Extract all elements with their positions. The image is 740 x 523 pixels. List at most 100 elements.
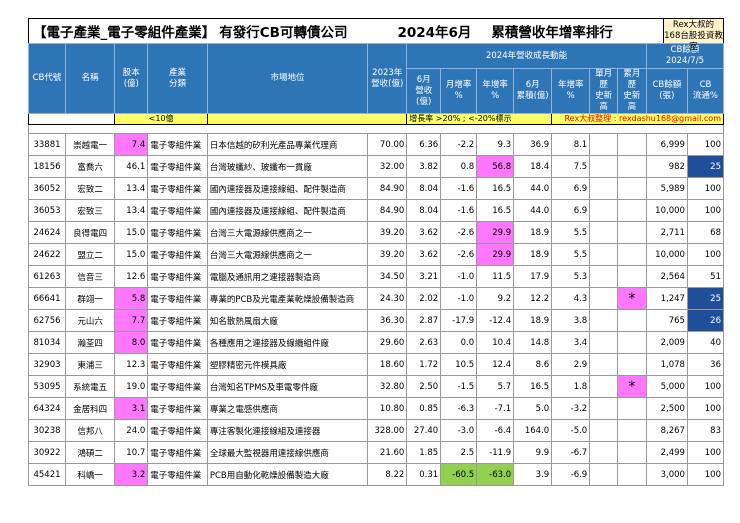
cell-cum-month-high [616, 419, 647, 442]
cell-rev-2023: 84.90 [367, 177, 408, 200]
cell-june-revenue: 0.85 [406, 397, 442, 420]
table-row: 32903 東浦三 12.3 電子零組件業 塑膠精密元件模具廠 18.60 1.72 10.5… [28, 353, 725, 376]
cell-capital: 7.7 [114, 309, 149, 332]
cell-cb-code: 30922 [28, 441, 66, 464]
cell-cum-yoy: 5.5 [551, 221, 591, 244]
table-row: 61263 信音三 12.6 電子零組件業 電腦及通訊用之連接器製造商 34.50 3.21… [28, 265, 725, 288]
cell-yoy: 5.7 [476, 375, 515, 398]
cell-mom: -2.6 [440, 243, 478, 266]
cell-cb-amount: 3,000 [645, 463, 688, 486]
cell-cb-code: 53095 [28, 375, 66, 398]
cell-market-position: 台灣三大電源線供應商之一 [206, 221, 369, 244]
cell-name: 崇越電一 [64, 133, 116, 156]
cell-capital: 15.0 [114, 221, 149, 244]
table-row: 33881 崇越電一 7.4 電子零組件業 日本信越的矽利光產品專業代理商 70.00 6.… [28, 133, 725, 156]
cell-june-revenue: 2.50 [406, 375, 442, 398]
cell-cum-month-high [616, 331, 647, 354]
cb-revenue-table: CB代號 名稱 股本 (億) 產業 分類 市場地位 2023年 營收(億) 2024年… [27, 43, 725, 486]
cell-cum-yoy: 5.5 [551, 243, 591, 266]
cell-single-month-high [589, 441, 618, 464]
cell-cum-month-high [616, 133, 647, 156]
cell-single-month-high [589, 221, 618, 244]
cell-capital: 46.1 [114, 155, 149, 178]
cell-capital: 3.2 [114, 463, 149, 486]
legend-small-cap: <10億 [114, 113, 208, 125]
cell-june-cumulative: 12.2 [513, 287, 553, 310]
cell-june-revenue: 1.72 [406, 353, 442, 376]
cell-cb-flow: 100 [686, 463, 725, 486]
cell-name: 金居科四 [64, 397, 116, 420]
cell-cum-month-high [616, 441, 647, 464]
cell-industry: 電子零組件業 [147, 331, 208, 354]
cell-mom: -1.0 [440, 265, 478, 288]
cell-yoy: -12.4 [476, 309, 515, 332]
table-row: 45421 科嶠一 3.2 電子零組件業 PCB用自動化乾燥設備製造大廠 8.22 0.31… [28, 463, 725, 486]
cell-cb-amount: 10,000 [645, 199, 688, 222]
header-name: 名稱 [64, 43, 116, 114]
header-market-position: 市場地位 [206, 43, 369, 114]
cell-june-cumulative: 14.8 [513, 331, 553, 354]
cell-mom: -2.2 [440, 133, 478, 156]
cell-mom: -1.0 [440, 287, 478, 310]
cell-cb-amount: 5,989 [645, 177, 688, 200]
cell-capital: 5.8 [114, 287, 149, 310]
cell-capital: 12.3 [114, 353, 149, 376]
cell-cum-month-high [616, 265, 647, 288]
cell-market-position: 知名散熱風扇大廠 [206, 309, 369, 332]
cell-cb-flow: 100 [686, 375, 725, 398]
cell-industry: 電子零組件業 [147, 133, 208, 156]
cell-mom: 0.0 [440, 331, 478, 354]
cell-rev-2023: 29.60 [367, 331, 408, 354]
cell-market-position: 台灣知名TPMS及車電零件廠 [206, 375, 369, 398]
cell-june-cumulative: 18.9 [513, 309, 553, 332]
cell-single-month-high [589, 133, 618, 156]
cell-cb-amount: 1,078 [645, 353, 688, 376]
cell-cb-flow: 100 [686, 199, 725, 222]
cell-industry: 電子零組件業 [147, 441, 208, 464]
cell-june-revenue: 2.87 [406, 309, 442, 332]
cell-june-cumulative: 16.5 [513, 375, 553, 398]
cell-industry: 電子零組件業 [147, 177, 208, 200]
cell-june-cumulative: 3.9 [513, 463, 553, 486]
cell-cb-flow: 100 [686, 243, 725, 266]
cell-mom: -1.6 [440, 177, 478, 200]
cell-june-revenue: 1.85 [406, 441, 442, 464]
cell-cb-code: 36052 [28, 177, 66, 200]
cell-yoy: -6.4 [476, 419, 515, 442]
cell-cb-amount: 2,009 [645, 331, 688, 354]
table-row: 66641 群翊一 5.8 電子零組件業 專業的PCB及光電產業乾燥設備製造商 24.30… [28, 287, 725, 310]
cell-cb-flow: 100 [686, 441, 725, 464]
cell-cum-yoy: 5.3 [551, 265, 591, 288]
cell-cb-amount: 5,000 [645, 375, 688, 398]
title-ranking: 累積營收年增率排行 [491, 25, 613, 41]
cell-cum-yoy: 7.5 [551, 155, 591, 178]
cell-capital: 8.0 [114, 331, 149, 354]
cell-market-position: 專注客製化連接線組及連接器 [206, 419, 369, 442]
cell-cum-yoy: -6.9 [551, 463, 591, 486]
cell-yoy: 56.8 [476, 155, 515, 178]
cell-industry: 電子零組件業 [147, 463, 208, 486]
cell-cum-month-high [616, 397, 647, 420]
cell-capital: 15.0 [114, 243, 149, 266]
cell-cb-flow: 36 [686, 353, 725, 376]
cell-industry: 電子零組件業 [147, 265, 208, 288]
cell-cb-code: 32903 [28, 353, 66, 376]
cell-june-cumulative: 36.9 [513, 133, 553, 156]
cell-name: 宏致三 [64, 199, 116, 222]
legend-row: <10億 增長率 >20% ; <-20%標示 Rex大叔整理 : rexdas… [27, 113, 724, 125]
cell-mom: -60.5 [440, 463, 478, 486]
cell-rev-2023: 70.00 [367, 133, 408, 156]
cell-name: 科嶠一 [64, 463, 116, 486]
title-subject: 有發行CB可轉債公司 [219, 25, 348, 41]
cell-cum-yoy: 8.1 [551, 133, 591, 156]
cell-yoy: -63.0 [476, 463, 515, 486]
cell-cb-flow: 26 [686, 309, 725, 332]
cell-cum-yoy: -5.0 [551, 419, 591, 442]
cell-june-cumulative: 18.4 [513, 155, 553, 178]
cell-rev-2023: 32.00 [367, 155, 408, 178]
header-rev-2023: 2023年 營收(億) [367, 43, 408, 114]
cell-cum-month-high [616, 155, 647, 178]
cell-market-position: 電腦及通訊用之連接器製造商 [206, 265, 369, 288]
cell-yoy: 29.9 [476, 243, 515, 266]
cell-cb-code: 30238 [28, 419, 66, 442]
